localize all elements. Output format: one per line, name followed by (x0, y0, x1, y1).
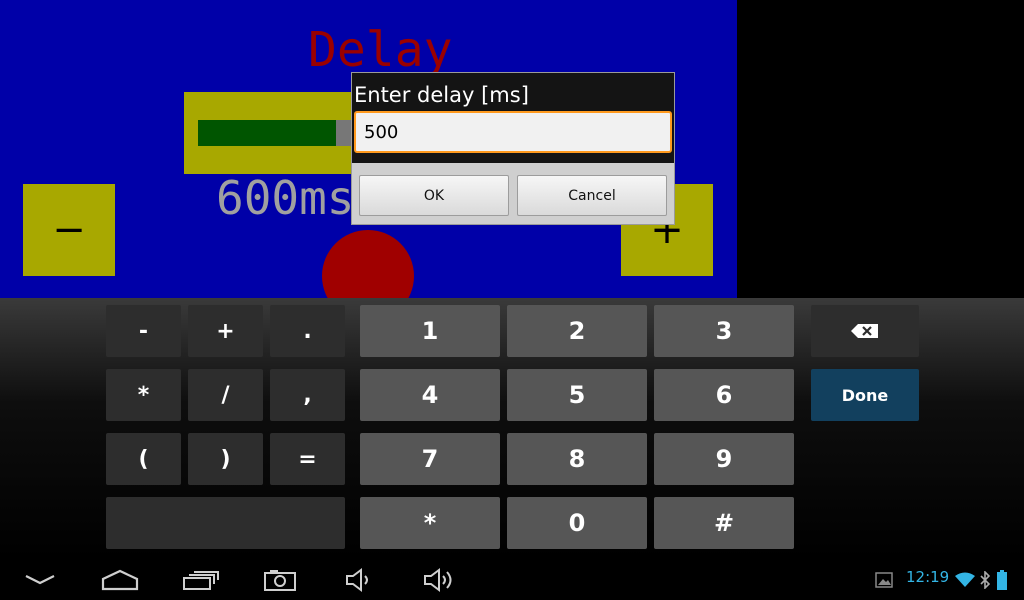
delay-dialog: Enter delay [ms] OK Cancel (351, 72, 675, 225)
key-hash[interactable]: # (654, 497, 794, 549)
empty-area (737, 0, 1024, 298)
backspace-key[interactable] (811, 305, 919, 357)
system-bar: 12:19 (0, 560, 1024, 600)
key-1[interactable]: 1 (360, 305, 500, 357)
battery-icon (994, 564, 1010, 596)
key-2[interactable]: 2 (507, 305, 647, 357)
key-asterisk[interactable]: * (106, 369, 181, 421)
delay-input[interactable] (354, 111, 672, 153)
home-icon[interactable] (100, 564, 140, 596)
key-4[interactable]: 4 (360, 369, 500, 421)
key-star[interactable]: * (360, 497, 500, 549)
key-close-paren[interactable]: ) (188, 433, 263, 485)
key-5[interactable]: 5 (507, 369, 647, 421)
dialog-title: Enter delay [ms] (354, 83, 529, 107)
key-3[interactable]: 3 (654, 305, 794, 357)
decrease-delay-button[interactable]: − (23, 184, 115, 276)
key-0[interactable]: 0 (507, 497, 647, 549)
dialog-button-bar: OK Cancel (352, 163, 674, 224)
cancel-button[interactable]: Cancel (517, 175, 667, 216)
app-title: Delay (308, 22, 453, 78)
ok-button[interactable]: OK (359, 175, 509, 216)
soft-keyboard: - + . * / , ( ) = 1 2 3 4 5 6 7 8 9 * 0 … (0, 298, 1024, 560)
key-9[interactable]: 9 (654, 433, 794, 485)
key-7[interactable]: 7 (360, 433, 500, 485)
red-indicator-circle[interactable] (322, 230, 414, 298)
bluetooth-icon (978, 564, 992, 596)
key-open-paren[interactable]: ( (106, 433, 181, 485)
done-key[interactable]: Done (811, 369, 919, 421)
delay-slider-fill (198, 120, 336, 146)
wifi-icon (953, 564, 977, 596)
backspace-icon (851, 324, 878, 338)
camera-icon[interactable] (262, 564, 298, 596)
volume-down-icon[interactable] (343, 564, 377, 596)
key-space[interactable] (106, 497, 345, 549)
gallery-notification-icon[interactable] (874, 564, 894, 596)
key-slash[interactable]: / (188, 369, 263, 421)
volume-up-icon[interactable] (422, 564, 458, 596)
hide-keyboard-icon[interactable] (22, 564, 58, 596)
recent-apps-icon[interactable] (182, 564, 220, 596)
key-equals[interactable]: = (270, 433, 345, 485)
delay-value-label: 600ms (216, 171, 355, 225)
key-6[interactable]: 6 (654, 369, 794, 421)
key-plus[interactable]: + (188, 305, 263, 357)
status-clock: 12:19 (906, 568, 950, 586)
key-8[interactable]: 8 (507, 433, 647, 485)
key-minus[interactable]: - (106, 305, 181, 357)
key-comma[interactable]: , (270, 369, 345, 421)
key-period[interactable]: . (270, 305, 345, 357)
